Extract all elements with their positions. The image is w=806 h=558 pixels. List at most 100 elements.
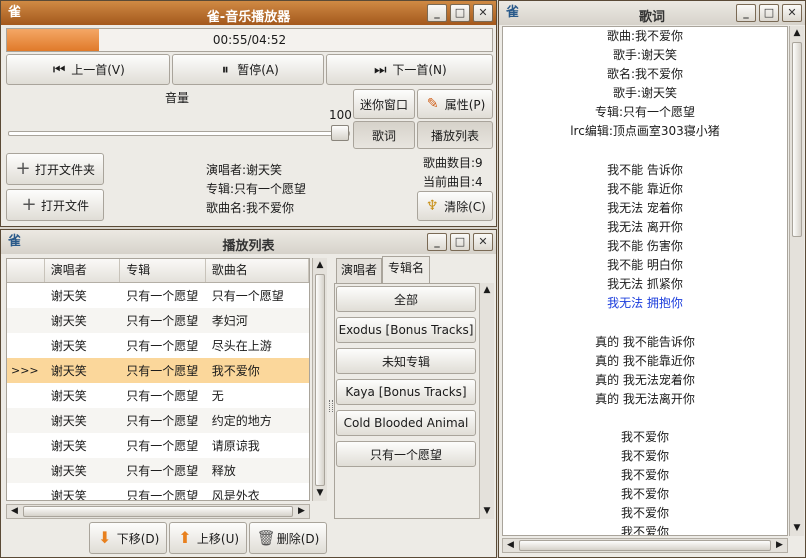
playlist-titlebar[interactable]: 雀 播放列表 _ □ ✕ xyxy=(1,230,496,254)
album-button[interactable]: Exodus [Bonus Tracks] xyxy=(336,317,476,343)
lyrics-titlebar[interactable]: 雀 歌词 _ □ ✕ xyxy=(499,1,805,25)
album-button-label: Cold Blooded Animal xyxy=(343,416,469,430)
pause-button[interactable]: ⏸ 暂停(A) xyxy=(172,54,324,85)
lyric-line: 我无法 离开你 xyxy=(607,219,683,234)
hscroll-thumb[interactable] xyxy=(519,540,771,551)
maximize-button[interactable]: □ xyxy=(759,4,779,22)
skip-forward-icon: ⏭ xyxy=(374,61,387,78)
album-button[interactable]: Cold Blooded Animal xyxy=(336,410,476,436)
song-count: 歌曲数目:9 xyxy=(423,156,483,170)
row-singer: 谢天笑 xyxy=(50,464,87,478)
album-button[interactable]: Kaya [Bonus Tracks] xyxy=(336,379,476,405)
playlist-hscrollbar[interactable]: ◀ ▶ xyxy=(6,504,310,519)
plus-icon: + xyxy=(15,158,31,179)
properties-label: 属性(P) xyxy=(444,97,486,112)
clear-button[interactable]: ♆ 清除(C) xyxy=(417,191,493,221)
table-row[interactable]: 谢天笑 只有一个愿望 请原谅我 xyxy=(7,433,309,458)
row-album: 只有一个愿望 xyxy=(126,314,199,328)
move-down-button[interactable]: ⬇ 下移(D) xyxy=(89,522,167,554)
mini-window-label: 迷你窗口 xyxy=(359,97,408,112)
row-singer: 谢天笑 xyxy=(50,289,87,303)
row-singer: 谢天笑 xyxy=(50,414,87,428)
playlist-button[interactable]: 播放列表 xyxy=(417,121,493,149)
lyric-line: 我不能 明白你 xyxy=(607,258,683,273)
properties-button[interactable]: ✎ 属性(P) xyxy=(417,89,493,119)
close-button[interactable]: ✕ xyxy=(473,233,493,251)
album-vscrollbar[interactable]: ▲ ▼ xyxy=(479,283,494,519)
clear-button-label: 清除(C) xyxy=(444,199,486,214)
album-button[interactable]: 全部 xyxy=(336,286,476,312)
maximize-button[interactable]: □ xyxy=(450,233,470,251)
volume-slider[interactable] xyxy=(8,131,350,136)
table-row[interactable]: 谢天笑 只有一个愿望 只有一个愿望 xyxy=(7,283,309,308)
scroll-down-arrow[interactable]: ▼ xyxy=(480,504,494,519)
hscroll-thumb[interactable] xyxy=(23,506,293,517)
open-folder-button[interactable]: + 打开文件夹 xyxy=(6,153,104,185)
splitter-handle[interactable] xyxy=(329,400,333,412)
table-row[interactable]: 谢天笑 只有一个愿望 尽头在上游 xyxy=(7,333,309,358)
lyric-line xyxy=(503,409,787,428)
lyric-line: 我不能 告诉你 xyxy=(607,162,683,177)
scroll-left-arrow[interactable]: ◀ xyxy=(503,539,518,552)
lyric-line: 我不能 伤害你 xyxy=(607,239,683,254)
playlist-button-label: 播放列表 xyxy=(430,128,479,143)
scroll-right-arrow[interactable]: ▶ xyxy=(294,505,309,518)
tab-singer[interactable]: 演唱者 xyxy=(336,258,382,283)
scroll-up-arrow[interactable]: ▲ xyxy=(313,258,327,273)
current-song-index: 当前曲目:4 xyxy=(423,175,483,189)
playlist-vscrollbar[interactable]: ▲ ▼ xyxy=(312,258,327,501)
row-album: 只有一个愿望 xyxy=(126,439,199,453)
lyrics-hscrollbar[interactable]: ◀ ▶ xyxy=(502,538,788,553)
row-song: 约定的地方 xyxy=(211,414,272,428)
table-row[interactable]: >>> 谢天笑 只有一个愿望 我不爱你 xyxy=(7,358,309,383)
album-button[interactable]: 未知专辑 xyxy=(336,348,476,374)
lyric-line xyxy=(503,313,787,332)
lyrics-vscrollbar[interactable]: ▲ ▼ xyxy=(789,26,804,536)
column-header-marker[interactable] xyxy=(7,259,45,282)
scroll-up-arrow[interactable]: ▲ xyxy=(790,26,804,41)
minimize-button[interactable]: _ xyxy=(427,233,447,251)
scroll-left-arrow[interactable]: ◀ xyxy=(7,505,22,518)
lyric-line: 专辑:只有一个愿望 xyxy=(594,105,696,120)
lyric-line: 真的 我无法离开你 xyxy=(595,391,695,406)
scroll-up-arrow[interactable]: ▲ xyxy=(480,283,494,298)
lyrics-view[interactable]: 歌曲:我不爱你 歌手:谢天笑 歌名:我不爱你 歌手:谢天笑 专辑:只有一个愿望 lrc编辑… xyxy=(502,26,788,536)
volume-slider-thumb[interactable] xyxy=(331,125,349,141)
minimize-button[interactable]: _ xyxy=(736,4,756,22)
minimize-button[interactable]: _ xyxy=(427,4,447,22)
maximize-button[interactable]: □ xyxy=(450,4,470,22)
prev-button[interactable]: ⏮ 上一首(V) xyxy=(6,54,170,85)
player-titlebar[interactable]: 雀 雀-音乐播放器 _ □ ✕ xyxy=(1,1,496,25)
scroll-down-arrow[interactable]: ▼ xyxy=(790,521,804,536)
row-singer: 谢天笑 xyxy=(50,389,87,403)
album-button-label: 未知专辑 xyxy=(381,354,430,369)
tab-album[interactable]: 专辑名 xyxy=(382,256,430,283)
table-row[interactable]: 谢天笑 只有一个愿望 释放 xyxy=(7,458,309,483)
table-row[interactable]: 谢天笑 只有一个愿望 风是外衣 xyxy=(7,483,309,501)
open-file-button[interactable]: + 打开文件 xyxy=(6,189,104,221)
column-header-album[interactable]: 专辑 xyxy=(120,259,206,282)
close-button[interactable]: ✕ xyxy=(782,4,802,22)
table-row[interactable]: 谢天笑 只有一个愿望无 xyxy=(7,383,309,408)
mini-window-button[interactable]: 迷你窗口 xyxy=(353,89,415,119)
album-button[interactable]: 只有一个愿望 xyxy=(336,441,476,467)
progress-bar[interactable]: 00:55/04:52 xyxy=(6,28,493,52)
delete-button[interactable]: 🗑 删除(D) xyxy=(249,522,327,554)
move-up-button[interactable]: ⬆ 上移(U) xyxy=(169,522,247,554)
scroll-down-arrow[interactable]: ▼ xyxy=(313,486,327,501)
album-button-label: Kaya [Bonus Tracks] xyxy=(345,385,467,399)
scroll-thumb[interactable] xyxy=(792,42,802,237)
table-row[interactable]: 谢天笑 只有一个愿望 约定的地方 xyxy=(7,408,309,433)
table-row[interactable]: 谢天笑 只有一个愿望 孝妇河 xyxy=(7,308,309,333)
column-header-song[interactable]: 歌曲名 xyxy=(206,259,309,282)
row-singer: 谢天笑 xyxy=(50,339,87,353)
scroll-thumb[interactable] xyxy=(315,274,325,486)
volume-label: 音量 xyxy=(165,91,190,105)
lyrics-button[interactable]: 歌词 xyxy=(353,121,415,149)
next-button[interactable]: ⏭ 下一首(N) xyxy=(326,54,493,85)
column-header-singer[interactable]: 演唱者 xyxy=(45,259,121,282)
row-album: 只有一个愿望 xyxy=(126,489,199,501)
album-button-label: 全部 xyxy=(393,292,418,307)
close-button[interactable]: ✕ xyxy=(473,4,493,22)
scroll-right-arrow[interactable]: ▶ xyxy=(772,539,787,552)
